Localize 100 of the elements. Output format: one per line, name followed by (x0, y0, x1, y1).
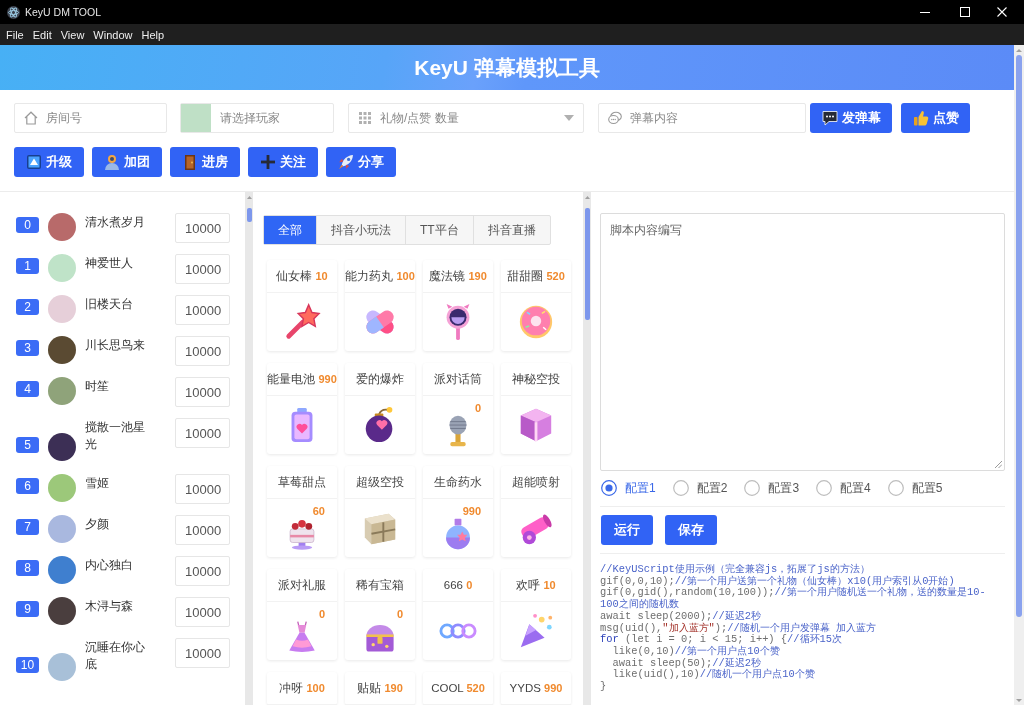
room-field[interactable]: 房间号 (14, 103, 167, 133)
avatar (48, 377, 76, 405)
amount-field[interactable]: 10000 (175, 474, 230, 504)
menu-item[interactable]: Help (141, 28, 165, 41)
index-badge: 5 (16, 437, 39, 453)
code-line: msg(uid(),"加入蓝方");//随机一个用户发弹幕 加入蓝方 (600, 622, 878, 634)
follow-button[interactable]: 关注 (248, 147, 318, 177)
config-radio[interactable]: 配置3 (744, 479, 800, 497)
config-radio[interactable]: 配置5 (887, 479, 943, 497)
menu-item[interactable]: File (6, 28, 24, 41)
plus-icon (260, 154, 276, 170)
gift-card[interactable]: 派对话筒 0 (423, 363, 493, 454)
upgrade-button[interactable]: 升级 (14, 147, 84, 177)
speech-bubble-icon (821, 110, 838, 126)
scrollbar-thumb[interactable] (246, 208, 252, 222)
code-line: } (600, 681, 608, 693)
like-button[interactable]: 点赞 (901, 103, 970, 133)
star-wand-icon (283, 303, 321, 341)
up-triangle-icon (26, 154, 42, 170)
send-danmaku-button[interactable]: 发弹幕 (810, 103, 892, 133)
gift-card[interactable]: COOL 520 (423, 672, 493, 705)
gift-card[interactable]: 能力药丸 100 (345, 260, 415, 351)
gift-card[interactable]: 超能喷射 (501, 466, 571, 557)
player-name: 川长思鸟来 (85, 337, 146, 354)
script-editor[interactable]: 脚本内容编写 (600, 213, 1005, 471)
gift-card[interactable]: 欢呼 10 (501, 569, 571, 660)
gift-card[interactable]: 草莓甜点 60 (267, 466, 337, 557)
amount-field[interactable]: 10000 (175, 597, 230, 627)
menu-item[interactable]: Window (93, 28, 133, 41)
gift-card[interactable]: 神秘空投 (501, 363, 571, 454)
amount-field[interactable]: 10000 (175, 254, 230, 284)
gift-card[interactable]: 贴贴 190 (345, 672, 415, 705)
config-radio[interactable]: 配置1 (601, 479, 656, 497)
scroll-up-icon[interactable] (1016, 49, 1022, 52)
player-name: 内心独白 (85, 557, 134, 574)
gift-card[interactable]: 生命药水 990 (423, 466, 493, 557)
avatar (48, 295, 76, 323)
scrollbar-thumb[interactable] (584, 208, 590, 320)
join-group-button[interactable]: 加团 (92, 147, 162, 177)
player-name: 神爱世人 (85, 255, 134, 272)
config-radio[interactable]: 配置4 (816, 479, 871, 497)
close-icon[interactable] (997, 7, 1007, 17)
amount-field[interactable]: 10000 (175, 377, 230, 407)
donut-icon (517, 303, 555, 341)
gift-card[interactable]: 仙女棒 10 (267, 260, 337, 351)
player-name: 木浔与森 (85, 598, 134, 615)
amount-field[interactable]: 10000 (175, 556, 230, 586)
minimize-icon[interactable] (920, 11, 930, 13)
player-select[interactable]: 请选择玩家 (180, 103, 334, 133)
player-name: 清水煮岁月 (85, 214, 146, 231)
code-line: //KeyUScript使用示例（完全兼容js，拓展了js的方法） (600, 564, 871, 575)
amount-field[interactable]: 10000 (175, 336, 230, 366)
gift-tab[interactable]: 全部 (264, 216, 316, 244)
player-name: 搅散一池星光 (85, 419, 146, 453)
gift-tab[interactable]: 抖音小玩法 (316, 216, 405, 244)
gift-tab[interactable]: TT平台 (405, 216, 473, 244)
gift-card[interactable]: 魔法镜 190 (423, 260, 493, 351)
scroll-up-icon[interactable] (246, 196, 252, 199)
menu-item[interactable]: Edit (32, 28, 52, 41)
danmaku-field[interactable]: 弹幕内容 (598, 103, 806, 133)
gift-card[interactable]: YYDS 990 (501, 672, 571, 705)
chat-bubbles-icon (608, 111, 622, 125)
save-button[interactable]: 保存 (665, 515, 717, 545)
amount-field[interactable]: 10000 (175, 213, 230, 243)
maximize-icon[interactable] (960, 7, 970, 17)
gift-card[interactable]: 冲呀 100 (267, 672, 337, 705)
enter-room-button[interactable]: 进房 (170, 147, 240, 177)
avatar (48, 653, 76, 681)
gift-card[interactable]: 派对礼服 0 (267, 569, 337, 660)
scrollbar[interactable] (245, 192, 253, 705)
scroll-up-icon[interactable] (584, 196, 590, 199)
gift-card[interactable]: 甜甜圈 520 (501, 260, 571, 351)
code-line: gif(0,0,10);//第一个用户送第一个礼物（仙女棒）x10(用户索引从0开始) (600, 575, 956, 587)
scroll-down-icon[interactable] (1016, 699, 1022, 702)
gift-card[interactable]: 爱的爆炸 (345, 363, 415, 454)
index-badge: 8 (16, 560, 39, 576)
scrollbar[interactable] (583, 192, 591, 705)
share-button[interactable]: 分享 (326, 147, 396, 177)
gift-card[interactable]: 能量电池 990 (267, 363, 337, 454)
scrollbar-thumb[interactable] (1016, 55, 1022, 617)
gift-tab[interactable]: 抖音直播 (472, 216, 550, 244)
avatar (48, 597, 76, 625)
amount-field[interactable]: 10000 (175, 515, 230, 545)
gift-card[interactable]: 超级空投 (345, 466, 415, 557)
gift-card[interactable]: 666 0 (423, 569, 493, 660)
scrollbar[interactable] (1014, 45, 1024, 705)
amount-field[interactable]: 10000 (175, 638, 230, 668)
gift-card[interactable]: 稀有宝箱 0 (345, 569, 415, 660)
run-button[interactable]: 运行 (601, 515, 653, 545)
menu-item[interactable]: View (60, 28, 85, 41)
resize-grip-icon[interactable] (995, 461, 1002, 468)
caret-icon (564, 115, 574, 121)
config-radio[interactable]: 配置2 (672, 479, 728, 497)
count-dropdown[interactable]: 礼物/点赞 数量 (348, 103, 584, 133)
index-badge: 10 (16, 657, 39, 673)
amount-field[interactable]: 10000 (175, 418, 230, 448)
player-name: 夕颜 (85, 516, 110, 533)
index-badge: 4 (16, 381, 39, 397)
avatar (48, 515, 76, 543)
amount-field[interactable]: 10000 (175, 295, 230, 325)
